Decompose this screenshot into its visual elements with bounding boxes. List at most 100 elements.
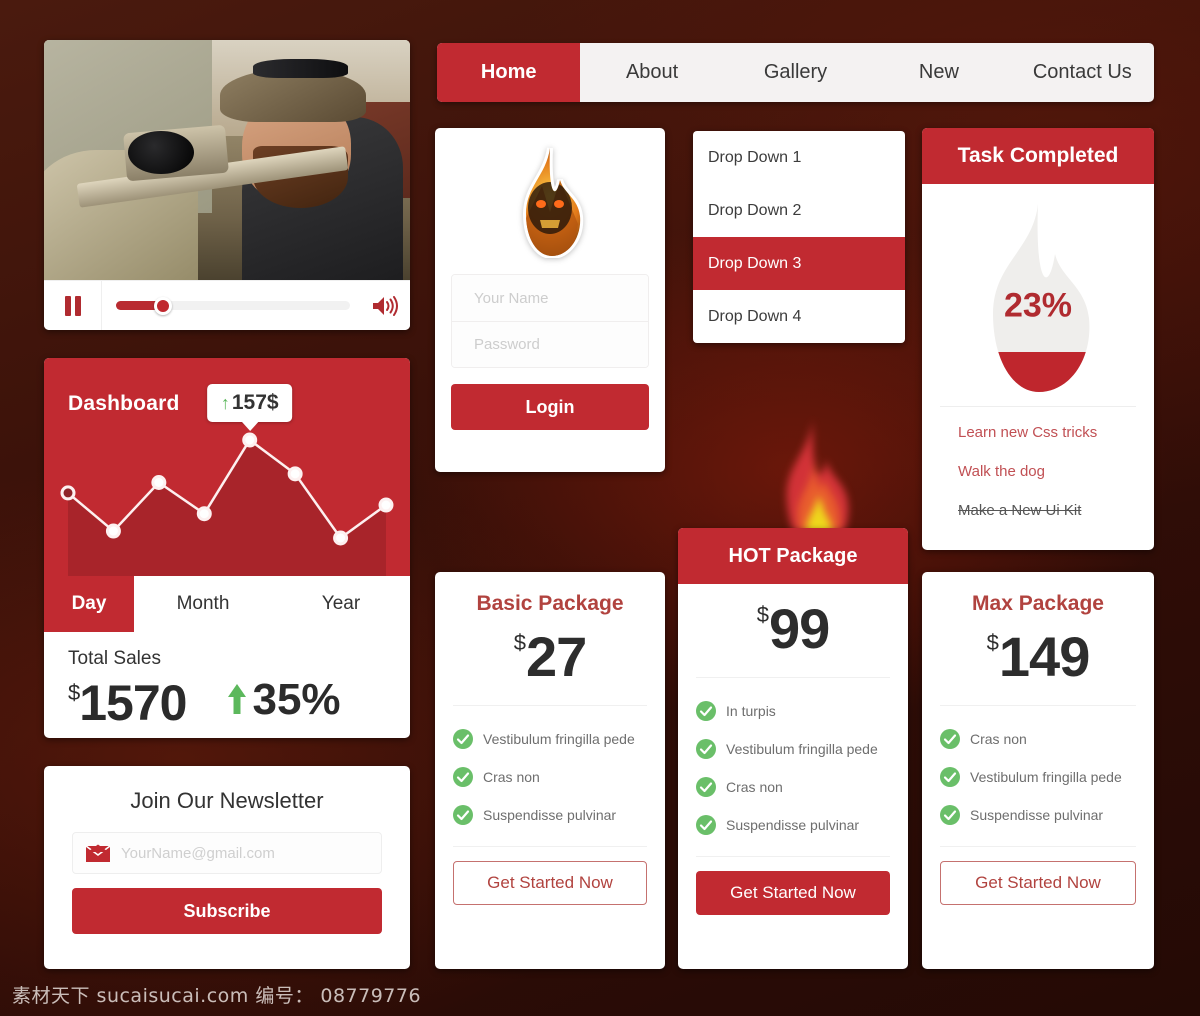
feature-item: Suspendisse pulvinar	[696, 806, 890, 844]
tab-month[interactable]: Month	[134, 576, 272, 632]
dashboard-card: Dashboard ↑157$ Day Month Year Total Sal…	[44, 358, 410, 738]
basic-package-price: $27	[435, 620, 665, 705]
feature-item: Cras non	[696, 768, 890, 806]
sales-change-value: 35%	[252, 675, 341, 724]
nav-item-contact-us[interactable]: Contact Us	[1011, 43, 1154, 102]
hot-package-price: $99	[678, 584, 908, 677]
password-field[interactable]	[452, 321, 648, 367]
pause-icon-bar2	[74, 295, 81, 316]
check-icon	[940, 767, 960, 787]
hot-package-card: HOT Package $99 In turpis Vestibulum fri…	[678, 528, 908, 969]
tab-year[interactable]: Year	[272, 576, 410, 632]
max-currency: $	[986, 630, 999, 655]
feature-item: Suspendisse pulvinar	[453, 796, 647, 834]
volume-icon	[373, 295, 398, 316]
task-item-3[interactable]: Make a New Ui Kit	[958, 491, 1118, 530]
total-sales-amount: $1570	[68, 674, 187, 732]
total-sales-row: $1570 35%	[68, 674, 386, 732]
pause-icon	[64, 295, 71, 316]
max-feature-list: Cras non Vestibulum fringilla pede Suspe…	[940, 705, 1136, 846]
feature-item: Vestibulum fringilla pede	[453, 720, 647, 758]
progress-track[interactable]	[116, 296, 350, 315]
max-package-title: Max Package	[972, 592, 1104, 615]
max-get-started-button[interactable]: Get Started Now	[940, 861, 1136, 905]
pause-button[interactable]	[44, 281, 102, 330]
task-item-2[interactable]: Walk the dog	[958, 452, 1118, 491]
feature-item: Suspendisse pulvinar	[940, 796, 1136, 834]
video-progress[interactable]	[102, 296, 362, 315]
sales-change: 35%	[226, 675, 341, 725]
progress-knob[interactable]	[153, 296, 172, 315]
mail-icon	[85, 844, 111, 862]
basic-package-title: Basic Package	[476, 592, 624, 615]
feature-label: Suspendisse pulvinar	[970, 807, 1104, 823]
feature-item: Vestibulum fringilla pede	[940, 758, 1136, 796]
password-input[interactable]	[474, 336, 648, 353]
username-input[interactable]	[474, 289, 648, 307]
check-icon	[696, 701, 716, 721]
max-amount: 149	[998, 625, 1090, 688]
video-thumbnail[interactable]	[44, 40, 410, 280]
max-package-card: Max Package $149 Cras non Vestibulum fri…	[922, 572, 1154, 969]
feature-label: Vestibulum fringilla pede	[483, 731, 635, 747]
check-icon	[940, 805, 960, 825]
feature-label: Cras non	[970, 731, 1027, 747]
video-controls	[44, 280, 410, 330]
watermark-text: 素材天下 sucaisucai.com 编号： 08779776	[12, 985, 422, 1007]
newsletter-email-field[interactable]	[72, 832, 382, 874]
username-field[interactable]	[452, 275, 648, 321]
subscribe-button[interactable]: Subscribe	[72, 888, 382, 934]
newsletter-card: Join Our Newsletter Subscribe	[44, 766, 410, 969]
currency-symbol: $	[68, 680, 80, 705]
video-player-card	[44, 40, 410, 330]
feature-label: Cras non	[483, 769, 540, 785]
task-list: Learn new Css tricks Walk the dog Make a…	[940, 406, 1136, 530]
feature-label: Suspendisse pulvinar	[726, 817, 860, 833]
login-card: Login	[435, 128, 665, 472]
dropdown-item-2[interactable]: Drop Down 2	[693, 184, 905, 237]
up-arrow-icon	[228, 684, 247, 714]
thumb-sunglasses	[252, 59, 348, 79]
hot-amount: 99	[768, 597, 830, 660]
dashboard-tabs: Day Month Year	[44, 576, 410, 632]
hot-package-title: HOT Package	[678, 528, 908, 584]
newsletter-email-input[interactable]	[121, 844, 369, 862]
basic-get-started-button[interactable]: Get Started Now	[453, 861, 647, 905]
task-percent-label: 23%	[1003, 286, 1073, 325]
feature-label: Suspendisse pulvinar	[483, 807, 617, 823]
basic-amount: 27	[525, 625, 587, 688]
tab-day[interactable]: Day	[44, 576, 134, 632]
login-fields	[451, 274, 649, 368]
task-completed-card: Task Completed 23% Learn new Css tricks …	[922, 128, 1154, 550]
basic-feature-list: Vestibulum fringilla pede Cras non Suspe…	[453, 705, 647, 846]
tooltip-up-arrow-icon: ↑	[220, 393, 230, 413]
feature-label: Vestibulum fringilla pede	[970, 769, 1122, 785]
chart-tooltip: ↑157$	[206, 384, 293, 422]
check-icon	[453, 729, 473, 749]
volume-button[interactable]	[362, 294, 410, 318]
dropdown-item-1[interactable]: Drop Down 1	[693, 131, 905, 184]
hot-get-started-button[interactable]: Get Started Now	[696, 871, 890, 915]
basic-package-card: Basic Package $27 Vestibulum fringilla p…	[435, 572, 665, 969]
dropdown-item-3[interactable]: Drop Down 3	[693, 237, 905, 290]
feature-label: In turpis	[726, 703, 776, 719]
basic-currency: $	[513, 630, 526, 655]
login-button[interactable]: Login	[451, 384, 649, 430]
feature-label: Vestibulum fringilla pede	[726, 741, 878, 757]
dropdown-menu: Drop Down 1 Drop Down 2 Drop Down 3 Drop…	[693, 131, 905, 343]
task-card-title: Task Completed	[922, 128, 1154, 184]
task-item-1[interactable]: Learn new Css tricks	[958, 413, 1118, 452]
nav-item-about[interactable]: About	[580, 43, 723, 102]
nav-item-gallery[interactable]: Gallery	[724, 43, 867, 102]
feature-item: Cras non	[940, 720, 1136, 758]
check-icon	[453, 767, 473, 787]
dropdown-item-4[interactable]: Drop Down 4	[693, 290, 905, 343]
dropdown-caret-icon	[787, 131, 811, 132]
main-navbar: Home About Gallery New Contact Us	[437, 43, 1154, 102]
feature-item: Cras non	[453, 758, 647, 796]
feature-label: Cras non	[726, 779, 783, 795]
avatar[interactable]	[502, 146, 598, 258]
nav-item-new[interactable]: New	[867, 43, 1010, 102]
task-gauge-wrapper: 23%	[922, 184, 1154, 406]
nav-item-home[interactable]: Home	[437, 43, 581, 102]
